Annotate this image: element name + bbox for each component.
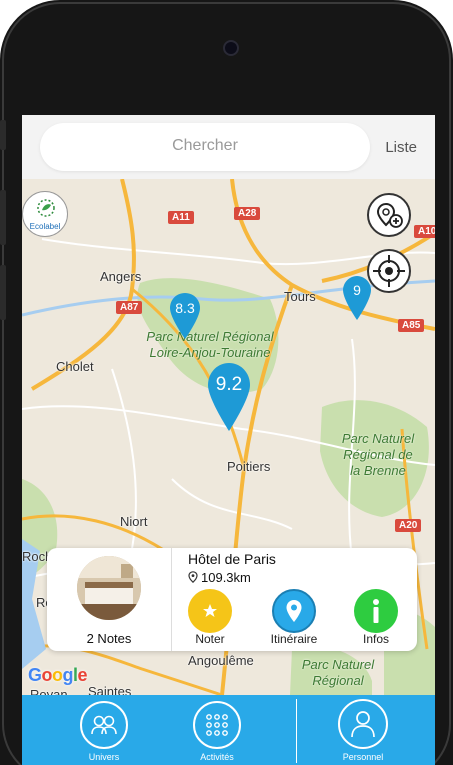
city-label: Cholet [56, 359, 94, 374]
map-marker[interactable]: 9.2 [206, 361, 252, 433]
mute-switch [0, 120, 6, 150]
add-location-button[interactable] [367, 193, 411, 237]
city-label: Saintes [88, 684, 132, 695]
marker-score: 8.3 [175, 300, 195, 316]
front-camera [223, 40, 239, 56]
info-label: Infos [362, 632, 389, 646]
park-label: Parc Naturel Régional [301, 657, 375, 688]
ecolabel-badge[interactable]: Ecolabel [22, 191, 68, 237]
bottom-nav: Univers Activités Personnel [22, 695, 435, 765]
park-label: Parc Naturel Régional de la Brenne [341, 431, 415, 478]
grid-icon [206, 714, 228, 736]
phone-frame: Chercher Liste Angers Tours Cholet Poiti… [0, 0, 453, 765]
ecolabel-label: Ecolabel [29, 222, 61, 231]
marker-score: 9.2 [215, 374, 243, 395]
map-pin-icon [286, 600, 302, 622]
star-icon [203, 604, 217, 617]
list-view-button[interactable]: Liste [385, 139, 417, 156]
locate-me-button[interactable] [367, 249, 411, 293]
nav-personnel-label: Personnel [342, 752, 384, 762]
marker-score: 9 [353, 282, 361, 298]
map-marker[interactable]: 9 [341, 274, 373, 322]
google-logo: Google [28, 665, 88, 685]
road-sign: A87 [116, 301, 143, 314]
search-input[interactable]: Chercher [40, 123, 370, 171]
road-sign: A28 [234, 207, 261, 220]
city-label: Poitiers [227, 459, 271, 474]
people-icon [91, 715, 117, 735]
info-icon [373, 599, 379, 623]
rate-button[interactable] [188, 589, 232, 633]
road-sign: A10 [414, 225, 435, 238]
marker-pin-icon [208, 363, 250, 431]
top-bar: Chercher Liste [22, 115, 435, 179]
hotel-photo [77, 556, 141, 620]
rate-label: Noter [195, 632, 225, 646]
directions-button[interactable] [272, 589, 316, 633]
marker-pin-icon [170, 293, 200, 339]
city-label: Niort [120, 514, 148, 529]
hotel-name: Hôtel de Paris [188, 551, 276, 567]
volume-up-button [0, 190, 6, 245]
nav-personnel[interactable] [338, 699, 388, 749]
city-label: Royan [30, 687, 68, 695]
road-sign: A85 [398, 319, 425, 332]
hotel-info-card[interactable]: 2 Notes Hôtel de Paris 109.3km Noter Iti… [47, 548, 417, 651]
nav-separator [296, 699, 297, 763]
notes-count: 2 Notes [86, 631, 132, 646]
road-sign: A11 [168, 211, 194, 224]
distance-value: 109.3km [201, 570, 251, 585]
park-label: Parc Naturel Régional Loire-Anjou-Tourai… [146, 329, 274, 360]
hotel-thumbnail[interactable] [77, 556, 141, 620]
road-sign: A20 [395, 519, 422, 532]
directions-label: Itinéraire [270, 632, 318, 646]
map-marker[interactable]: 8.3 [168, 291, 202, 341]
nav-activites-label: Activités [200, 752, 234, 762]
city-label: Angers [100, 269, 142, 284]
nav-univers-label: Univers [88, 752, 120, 762]
nav-activites[interactable] [193, 701, 241, 749]
search-placeholder: Chercher [172, 137, 238, 154]
city-label: Angoulême [188, 653, 254, 668]
ecolabel-icon [37, 199, 55, 217]
user-icon [351, 711, 375, 738]
location-pin-icon [188, 571, 198, 584]
app-screen: Chercher Liste Angers Tours Cholet Poiti… [22, 115, 435, 765]
volume-down-button [0, 265, 6, 320]
hotel-distance: 109.3km [188, 570, 251, 585]
crosshair-icon [373, 255, 405, 287]
nav-univers[interactable] [80, 701, 128, 749]
add-location-icon [376, 202, 403, 228]
city-label: Tours [284, 289, 316, 304]
info-button[interactable] [354, 589, 398, 633]
